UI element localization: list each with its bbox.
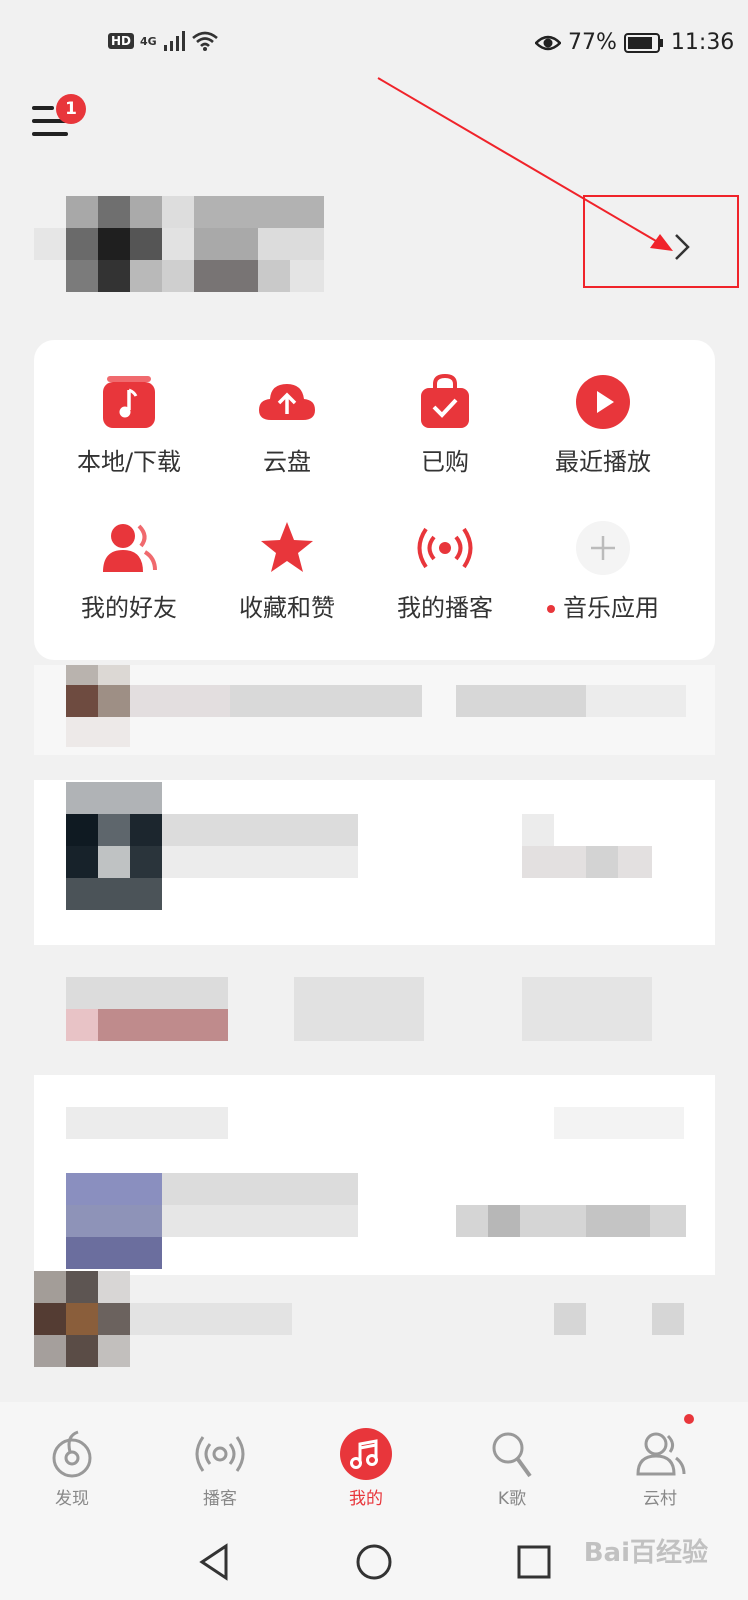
grid-label: 我的好友 [81,594,177,622]
battery-percent: 77% [568,30,617,55]
grid-item-recent-play[interactable]: 最近播放 [518,374,688,477]
grid-item-local-download[interactable]: 本地/下载 [44,374,214,477]
grid-label: 本地/下载 [76,448,182,476]
watermark: Bai百经验 [583,1538,708,1568]
menu-line [32,106,54,110]
grid-item-my-podcast[interactable]: 我的播客 [360,520,530,623]
grid-item-cloud[interactable]: 云盘 [202,374,372,477]
nav-label: 发现 [55,1489,89,1509]
star-icon [261,522,313,572]
grid-label: 我的播客 [397,594,493,622]
hd-badge: HD [108,33,135,49]
eye-icon [535,35,561,50]
nav-item-community[interactable]: 云村 [610,1428,710,1509]
grid-label-text: 音乐应用 [563,594,659,622]
new-dot [547,605,555,613]
back-icon[interactable] [196,1542,236,1582]
discover-icon [52,1430,92,1478]
purchased-bag-icon [421,374,469,428]
obscured-content [0,665,748,1400]
battery-icon [623,32,663,53]
quick-actions-card: 本地/下载 云盘 已购 最近播放 我的好友 收藏和赞 我的播客 音乐应用 [34,340,715,660]
grid-item-music-apps[interactable]: 音乐应用 [518,520,688,623]
friends-icon [103,524,157,572]
grid-item-friends[interactable]: 我的好友 [44,520,214,623]
nav-label: 云村 [643,1489,677,1509]
music-note-icon [340,1428,392,1480]
status-left: HD 4G [108,30,219,52]
podcast-icon [195,1436,245,1472]
clock: 11:36 [670,30,735,55]
signal-icon [163,31,185,51]
local-download-icon [103,376,155,428]
nav-label: K歌 [497,1489,527,1509]
community-new-dot [684,1414,694,1424]
network-type: 4G [140,34,157,48]
grid-label: 最近播放 [555,448,651,476]
wifi-icon [191,31,218,51]
grid-item-favorites[interactable]: 收藏和赞 [202,520,372,623]
annotation-arrow [377,77,673,251]
nav-item-mine[interactable]: 我的 [316,1428,416,1509]
nav-label: 我的 [349,1489,383,1509]
bottom-nav: 发现 播客 我的 K歌 云村 [0,1402,748,1522]
notification-badge: 1 [56,94,86,124]
cloud-upload-icon [259,384,315,420]
recents-icon[interactable] [514,1542,554,1582]
home-icon[interactable] [354,1542,394,1582]
nav-item-karaoke[interactable]: K歌 [462,1428,562,1509]
grid-item-purchased[interactable]: 已购 [360,374,530,477]
grid-label: 收藏和赞 [239,594,335,622]
status-right: 77% 11:36 [535,30,734,55]
nav-label: 播客 [203,1489,237,1509]
nav-item-discover[interactable]: 发现 [22,1428,122,1509]
nav-item-podcast[interactable]: 播客 [170,1428,270,1509]
add-icon [576,521,630,575]
recent-play-icon [576,375,630,429]
profile-summary[interactable] [34,196,334,296]
grid-label: 已购 [421,448,469,476]
community-icon [636,1432,686,1476]
grid-label: 音乐应用 [518,588,688,623]
grid-label: 云盘 [263,448,311,476]
menu-line [32,132,68,136]
podcast-icon [417,527,473,569]
microphone-icon [492,1432,532,1478]
